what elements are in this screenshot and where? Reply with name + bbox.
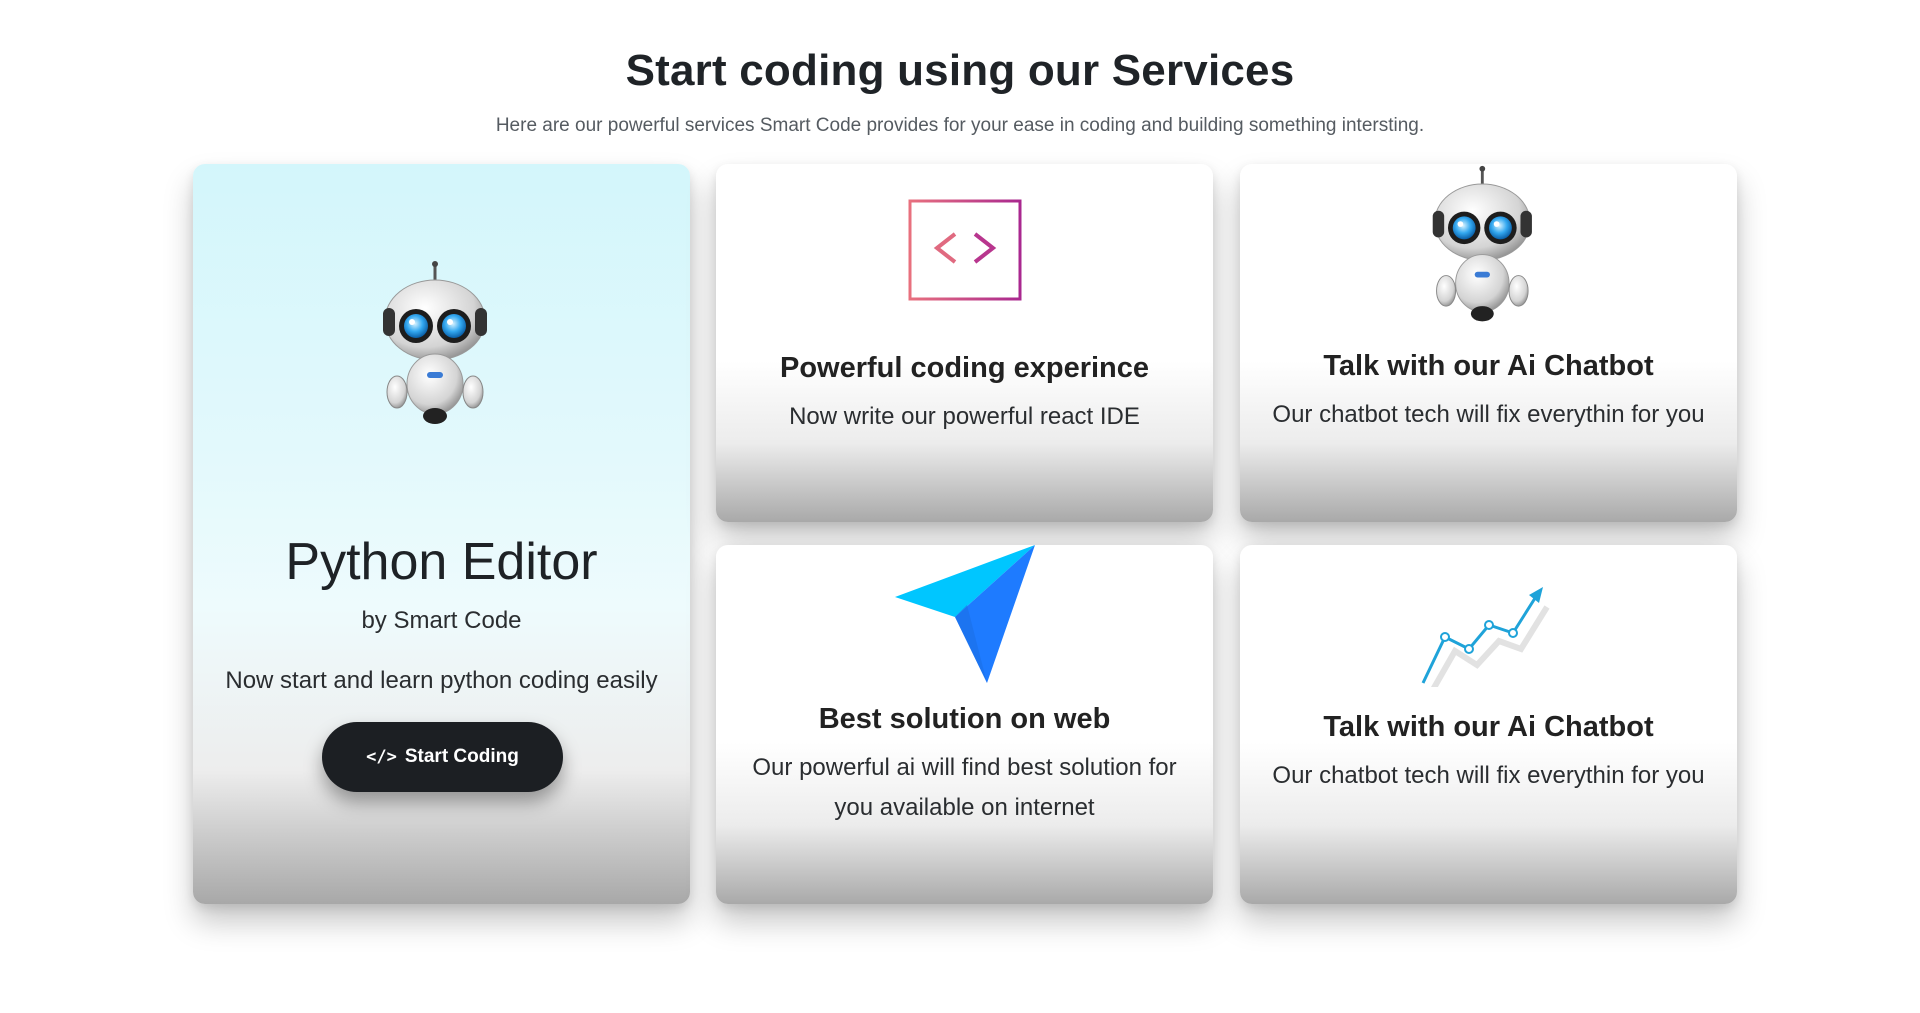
robot-icon — [1432, 165, 1532, 322]
featured-title: Python Editor — [285, 533, 598, 591]
featured-byline: by Smart Code — [361, 607, 522, 634]
card-title: Powerful coding experince — [779, 352, 1150, 384]
code-icon: </> — [366, 747, 397, 767]
python-editor-card: Python Editor by Smart Code Now start an… — [193, 164, 690, 904]
card-text: Our chatbot tech will fix everythin for … — [1272, 401, 1705, 428]
card-text: Our chatbot tech will fix everythin for … — [1272, 762, 1705, 789]
service-card: Talk with our Ai Chatbot Our chatbot tec… — [1240, 545, 1737, 904]
card-title: Best solution on web — [818, 703, 1111, 735]
card-text: Our powerful ai will find best solution … — [752, 754, 1177, 821]
monitor-code-icon — [908, 199, 1021, 316]
paper-plane-icon — [894, 545, 1035, 683]
service-card: Best solution on web Our powerful ai wil… — [716, 545, 1213, 904]
section-title: Start coding using our Services — [625, 46, 1295, 95]
service-card: Powerful coding experince Now write our … — [716, 164, 1213, 522]
start-coding-button[interactable]: </> Start Coding — [322, 722, 563, 792]
robot-icon — [382, 261, 487, 424]
section-subtitle: Here are our powerful services Smart Cod… — [495, 115, 1425, 136]
service-card: Talk with our Ai Chatbot Our chatbot tec… — [1240, 164, 1737, 522]
start-coding-label: Start Coding — [404, 746, 519, 767]
trend-chart-icon — [1421, 587, 1550, 687]
card-text: Now write our powerful react IDE — [789, 403, 1140, 430]
services-section: Start coding using our Services Here are… — [0, 0, 1920, 1013]
featured-description: Now start and learn python coding easily — [225, 667, 658, 694]
card-title: Talk with our Ai Chatbot — [1323, 711, 1654, 743]
card-title: Talk with our Ai Chatbot — [1323, 350, 1654, 382]
